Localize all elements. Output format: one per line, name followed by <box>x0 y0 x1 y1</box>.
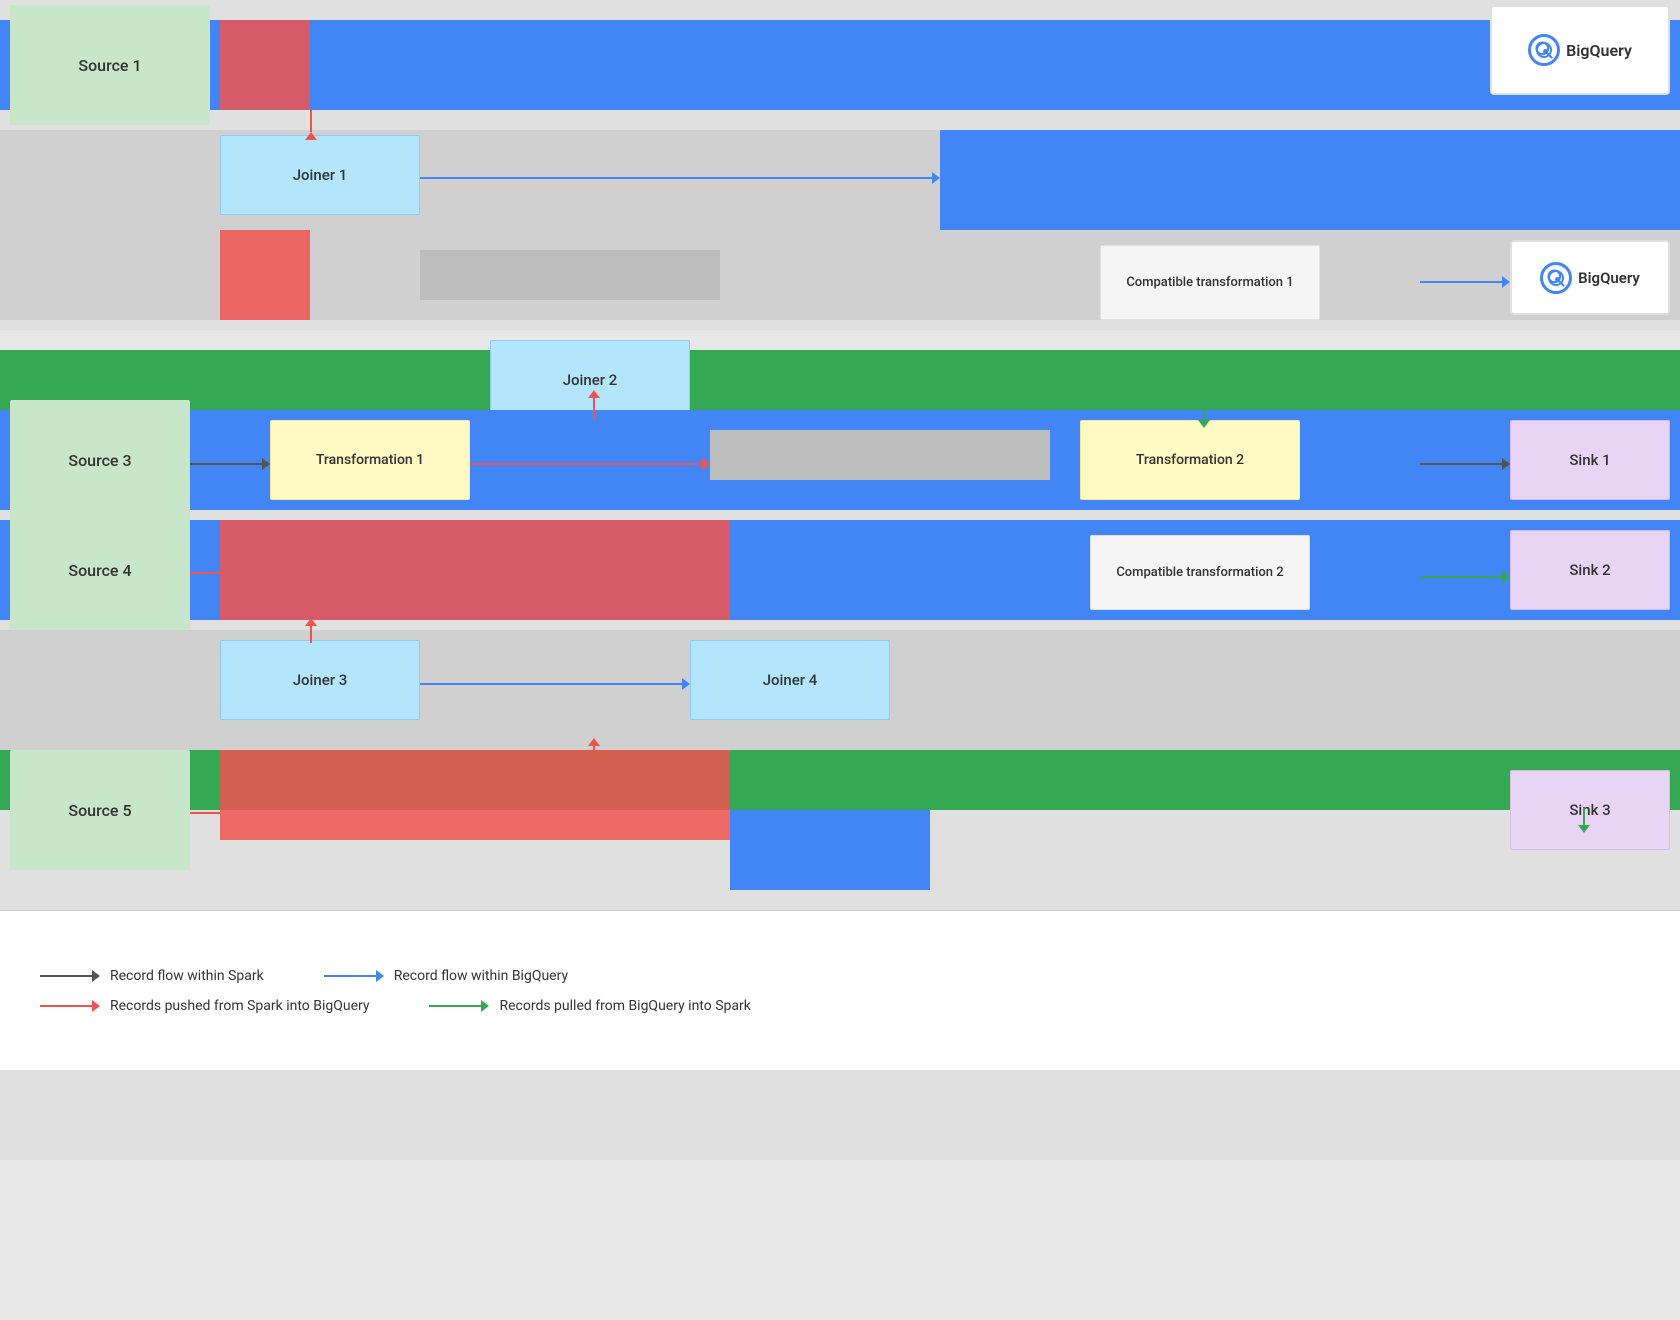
legend: Record flow within Spark Record flow wit… <box>0 910 1680 1070</box>
joiner4-node: Joiner 4 <box>690 640 890 720</box>
transform1-node: Transformation 1 <box>270 420 470 500</box>
sink2-node: Sink 2 <box>1510 530 1670 610</box>
joiner3-to-joiner4-arrow <box>420 678 690 690</box>
legend-arrow-gray <box>40 970 100 982</box>
joiner2-output-arrow <box>690 378 1050 390</box>
bigquery2-icon <box>1540 262 1572 294</box>
bigquery1-node: BigQuery <box>1490 5 1670 95</box>
legend-item-bq-flow: Record flow within BigQuery <box>324 968 568 984</box>
compat2-to-sink2-arrow <box>1420 571 1510 583</box>
source3-to-transform1-arrow <box>190 458 270 470</box>
bigquery1-icon <box>1528 34 1560 66</box>
bigquery2-node: BigQuery <box>1510 240 1670 315</box>
transform2-to-sink1-arrow <box>1420 458 1510 470</box>
legend-row2: Records pushed from Spark into BigQuery … <box>40 998 1640 1014</box>
compat1-node: Compatible transformation 1 <box>1100 245 1320 320</box>
legend-item-spark-flow: Record flow within Spark <box>40 968 264 984</box>
diagram-container: Source 1 BigQuery Joiner 1 Source 2 <box>0 0 1680 1160</box>
source5-arrow <box>190 807 220 819</box>
separator1 <box>0 330 1680 350</box>
source5-node: Source 5 <box>10 750 190 870</box>
vert-green-transform2 <box>1198 408 1210 428</box>
compat1-to-bq-arrow <box>1420 276 1510 288</box>
joiner3-node: Joiner 3 <box>220 640 420 720</box>
transform2-node: Transformation 2 <box>1080 420 1300 500</box>
legend-arrow-green <box>429 1000 489 1012</box>
source3-node: Source 3 <box>10 400 190 520</box>
red-band-row1 <box>220 20 310 110</box>
band-row3-green-right <box>1055 350 1680 410</box>
source4-arrow <box>190 567 220 579</box>
red-band-row5 <box>220 520 730 620</box>
sink3-node: Sink 3 <box>1510 770 1670 850</box>
legend-row1: Record flow within Spark Record flow wit… <box>40 968 1640 984</box>
joiner1-output-arrow <box>420 172 940 184</box>
transform1-to-joiner2-arrow <box>470 458 710 470</box>
vert-red-row7-up <box>588 738 600 753</box>
vert-green-sink3 <box>1578 808 1590 833</box>
sink1-node: Sink 1 <box>1510 420 1670 500</box>
band-row7-blue-row <box>730 810 930 890</box>
red-band-row7 <box>220 750 730 840</box>
joiner1-node: Joiner 1 <box>220 135 420 215</box>
source4-node: Source 4 <box>10 510 190 630</box>
vert-red-joiner2 <box>588 390 600 420</box>
red-band-source2 <box>220 230 310 320</box>
vert-red-joiner3 <box>305 618 317 643</box>
legend-item-spark-to-bq: Records pushed from Spark into BigQuery <box>40 998 369 1014</box>
source2-gray-bar <box>420 250 720 300</box>
legend-item-bq-to-spark: Records pulled from BigQuery into Spark <box>429 998 750 1014</box>
source1-node: Source 1 <box>10 5 210 125</box>
legend-arrow-blue <box>324 970 384 982</box>
compat2-node: Compatible transformation 2 <box>1090 535 1310 610</box>
vert-red-joiner1 <box>305 110 317 140</box>
legend-arrow-red <box>40 1000 100 1012</box>
source3-gray-bar <box>710 430 1050 480</box>
